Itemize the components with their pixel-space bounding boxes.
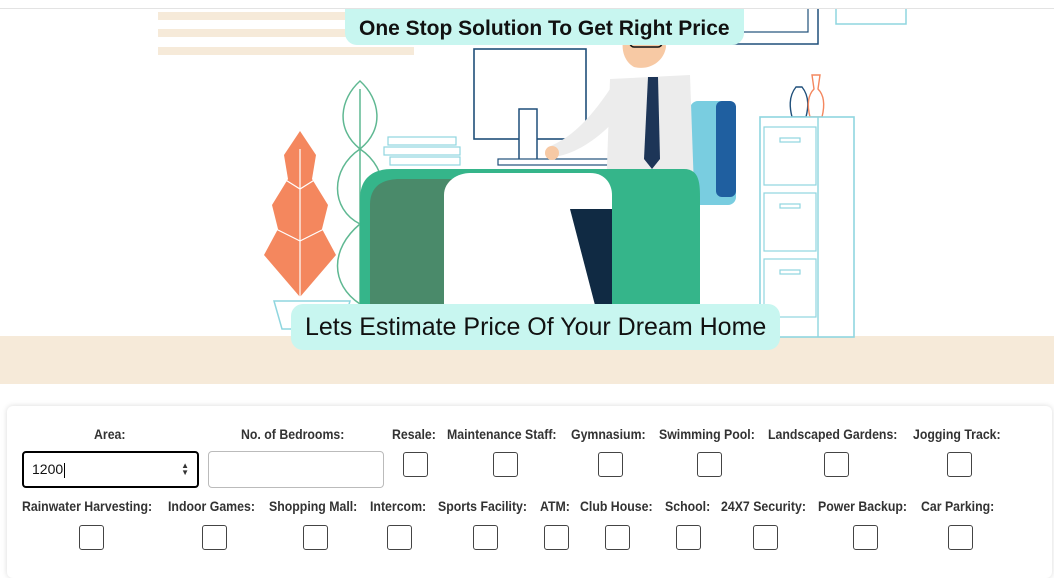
indoor-games-label: Indoor Games:: [168, 498, 255, 514]
jogging-track-label: Jogging Track:: [913, 426, 1001, 442]
maintenance-staff-checkbox[interactable]: [493, 452, 518, 477]
text-caret: [64, 462, 66, 478]
gymnasium-checkbox[interactable]: [598, 452, 623, 477]
area-label: Area:: [94, 426, 126, 442]
landscaped-gardens-checkbox[interactable]: [824, 452, 849, 477]
shopping-mall-label: Shopping Mall:: [269, 498, 358, 514]
gymnasium-label: Gymnasium:: [571, 426, 646, 442]
atm-checkbox[interactable]: [544, 525, 569, 550]
resale-label: Resale:: [392, 426, 436, 442]
tagline-banner: One Stop Solution To Get Right Price: [345, 9, 744, 45]
headline-banner: Lets Estimate Price Of Your Dream Home: [291, 304, 781, 350]
area-input[interactable]: 1200 ▲ ▼: [22, 451, 199, 488]
power-backup-label: Power Backup:: [818, 498, 908, 514]
sports-facility-checkbox[interactable]: [473, 525, 498, 550]
sports-facility-label: Sports Facility:: [438, 498, 528, 514]
club-house-label: Club House:: [580, 498, 653, 514]
club-house-checkbox[interactable]: [605, 525, 630, 550]
car-parking-label: Car Parking:: [921, 498, 995, 514]
number-spinner[interactable]: ▲ ▼: [181, 462, 189, 477]
swimming-pool-label: Swimming Pool:: [659, 426, 755, 442]
bedrooms-label: No. of Bedrooms:: [241, 426, 345, 442]
jogging-track-checkbox[interactable]: [947, 452, 972, 477]
shopping-mall-checkbox[interactable]: [303, 525, 328, 550]
intercom-label: Intercom:: [370, 498, 427, 514]
landscaped-gardens-label: Landscaped Gardens:: [768, 426, 898, 442]
hero-illustration: One Stop Solution To Get Right Price Let…: [0, 9, 1054, 384]
swimming-pool-checkbox[interactable]: [697, 452, 722, 477]
maintenance-staff-label: Maintenance Staff:: [447, 426, 557, 442]
intercom-checkbox[interactable]: [387, 525, 412, 550]
area-input-value: 1200: [32, 461, 64, 477]
indoor-games-checkbox[interactable]: [202, 525, 227, 550]
security-label: 24X7 Security:: [721, 498, 806, 514]
power-backup-checkbox[interactable]: [853, 525, 878, 550]
atm-label: ATM:: [540, 498, 570, 514]
security-checkbox[interactable]: [753, 525, 778, 550]
top-divider: [0, 0, 1054, 9]
rainwater-harvesting-checkbox[interactable]: [79, 525, 104, 550]
car-parking-checkbox[interactable]: [948, 525, 973, 550]
rainwater-harvesting-label: Rainwater Harvesting:: [22, 498, 153, 514]
bedrooms-input[interactable]: [208, 451, 384, 488]
resale-checkbox[interactable]: [403, 452, 428, 477]
school-checkbox[interactable]: [676, 525, 701, 550]
school-label: School:: [665, 498, 711, 514]
